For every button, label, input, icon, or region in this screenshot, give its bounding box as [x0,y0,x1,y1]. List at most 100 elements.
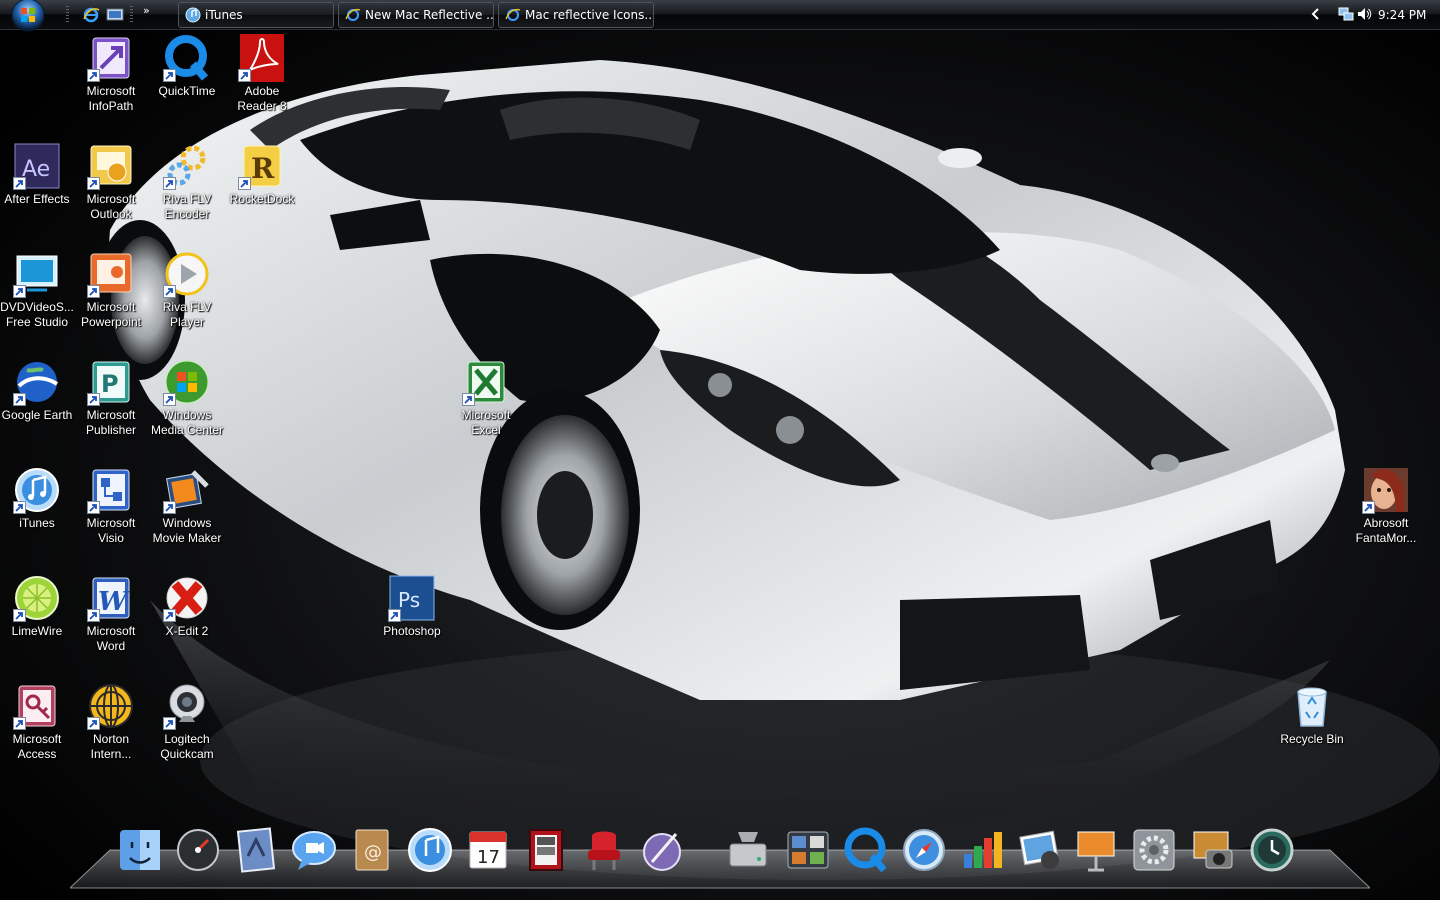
icon-label: Windows Media Center [150,408,224,437]
quick-launch-grip[interactable] [66,6,69,24]
recycle-bin-icon [1297,687,1327,727]
taskbar-button-mac-reflective-icons[interactable]: Mac reflective Icons... [498,2,654,28]
icon-label: Riva FLV Player [162,300,212,329]
desktop-icon-abrosoft-fantamorph[interactable]: Abrosoft FantaMor... [1348,466,1424,546]
desktop-icon-quicktime[interactable]: QuickTime [149,34,225,99]
taskbar-button-itunes[interactable]: iTunes [178,2,334,28]
icon-label: QuickTime [158,84,216,98]
icon-label: Microsoft InfoPath [86,84,136,113]
desktop-icon-riva-flv-player[interactable]: Riva FLV Player [149,250,225,330]
desktop-icon-microsoft-word[interactable]: W Microsoft Word [73,574,149,654]
icon-label: Microsoft Powerpoint [80,300,142,329]
system-clock[interactable]: 9:24 PM [1378,0,1426,30]
calendar-day: 17 [477,847,500,868]
shortcut-arrow-icon [388,609,401,622]
dock-item-system-preferences[interactable] [1130,826,1178,878]
desktop-icon-itunes[interactable]: iTunes [0,466,75,531]
desktop-icon-microsoft-powerpoint[interactable]: Microsoft Powerpoint [73,250,149,330]
dock-item-expose[interactable] [784,826,832,878]
dock-item-keynote[interactable] [1072,826,1120,878]
icon-label: Norton Intern... [90,732,132,761]
desktop-icon-riva-flv-encoder[interactable]: Riva FLV Encoder [149,142,225,222]
desktop-icon-dvdvideosoft[interactable]: DVDVideoS... Free Studio [0,250,75,330]
dock-item-mail[interactable] [232,826,280,878]
shortcut-arrow-icon [13,285,26,298]
shortcut-arrow-icon [238,177,251,190]
desktop-icon-norton-internet-security[interactable]: Norton Intern... [73,682,149,762]
svg-text:Ae: Ae [22,157,50,182]
dock-item-numbers[interactable] [958,826,1006,878]
network-icon[interactable] [1338,6,1354,22]
start-button[interactable] [8,0,48,33]
shortcut-arrow-icon [163,501,176,514]
dock-item-script-editor[interactable] [638,826,686,878]
desktop-icon-after-effects[interactable]: Ae After Effects [0,142,75,207]
dock-item-address-book[interactable]: @ [348,826,396,878]
shortcut-arrow-icon [13,501,26,514]
desktop-icon-google-earth[interactable]: Google Earth [0,358,75,423]
front-row-icon [588,831,620,870]
desktop-icon-windows-media-center[interactable]: Windows Media Center [149,358,225,438]
desktop-icon-logitech-quickcam[interactable]: Logitech Quickcam [149,682,225,762]
shortcut-arrow-icon [163,177,176,190]
show-desktop-icon[interactable] [106,6,124,24]
desktop-icon-microsoft-infopath[interactable]: Microsoft InfoPath [73,34,149,114]
icon-label: After Effects [4,192,70,206]
quick-launch-overflow-chevron[interactable]: » [143,4,150,17]
itunes-icon [185,7,201,23]
desktop-icon-microsoft-excel[interactable]: Microsoft Excel [448,358,524,438]
shortcut-arrow-icon [87,177,100,190]
desktop-icon-microsoft-publisher[interactable]: P Microsoft Publisher [73,358,149,438]
dock-item-image-capture[interactable] [1188,826,1236,878]
address-book-icon: @ [355,829,389,871]
dock-item-finder[interactable] [116,826,164,878]
keynote-icon [1077,831,1115,872]
desktop-icon-microsoft-access[interactable]: Microsoft Access [0,682,75,762]
shortcut-arrow-icon [163,609,176,622]
icon-label: LimeWire [11,624,63,638]
dock-item-photo-booth[interactable] [522,826,570,878]
icon-label: Microsoft Access [12,732,62,761]
icon-label: RocketDock [229,192,295,206]
desktop-icon-photoshop[interactable]: Ps Photoshop [374,574,450,639]
internet-explorer-icon[interactable] [82,6,100,24]
iphoto-icon [1019,830,1059,869]
dock-item-quicktime[interactable] [842,826,890,878]
shortcut-arrow-icon [87,285,100,298]
taskbar-button-label: New Mac Reflective ... [365,8,494,22]
shortcut-arrow-icon [163,717,176,730]
shortcut-arrow-icon [13,393,26,406]
quick-launch-grip-right[interactable] [130,6,133,24]
dock-item-time-machine[interactable] [1248,826,1296,878]
quicktime-icon [844,827,887,873]
ichat-icon [292,831,336,870]
dock-item-itunes[interactable] [406,826,454,878]
shortcut-arrow-icon [87,609,100,622]
shortcut-arrow-icon [87,393,100,406]
desktop-icon-x-edit-2[interactable]: X-Edit 2 [149,574,225,639]
desktop-icon-microsoft-outlook[interactable]: Microsoft Outlook [73,142,149,222]
desktop-icon-rocketdock[interactable]: R RocketDock [224,142,300,207]
desktop-icon-limewire[interactable]: LimeWire [0,574,75,639]
taskbar-button-new-mac-reflective[interactable]: New Mac Reflective ... [338,2,494,28]
icon-label: Microsoft Word [86,624,136,653]
dock-item-disk-utility[interactable] [724,826,772,878]
shortcut-arrow-icon [163,393,176,406]
icon-label: iTunes [19,516,55,530]
dock-item-front-row[interactable] [580,826,628,878]
dock-item-iphoto[interactable] [1016,826,1064,878]
image-capture-icon [1193,831,1233,869]
show-hidden-icons-chevron-icon[interactable] [1310,7,1322,21]
dock-item-ical[interactable]: 17 [464,826,512,878]
taskbar: » iTunes New Mac Reflective ... Mac refl… [0,0,1440,33]
dock-item-ichat[interactable] [290,826,338,878]
dock-item-safari[interactable] [900,826,948,878]
volume-icon[interactable] [1356,6,1372,22]
desktop-icon-adobe-reader[interactable]: Adobe Reader 8 [224,34,300,114]
desktop-icon-windows-movie-maker[interactable]: Windows Movie Maker [149,466,225,546]
icon-label: Microsoft Excel [461,408,511,437]
dock-item-dashboard[interactable] [174,826,222,878]
icon-label: Adobe Reader 8 [237,84,287,113]
desktop-icon-recycle-bin[interactable]: Recycle Bin [1274,682,1350,747]
desktop-icon-microsoft-visio[interactable]: Microsoft Visio [73,466,149,546]
